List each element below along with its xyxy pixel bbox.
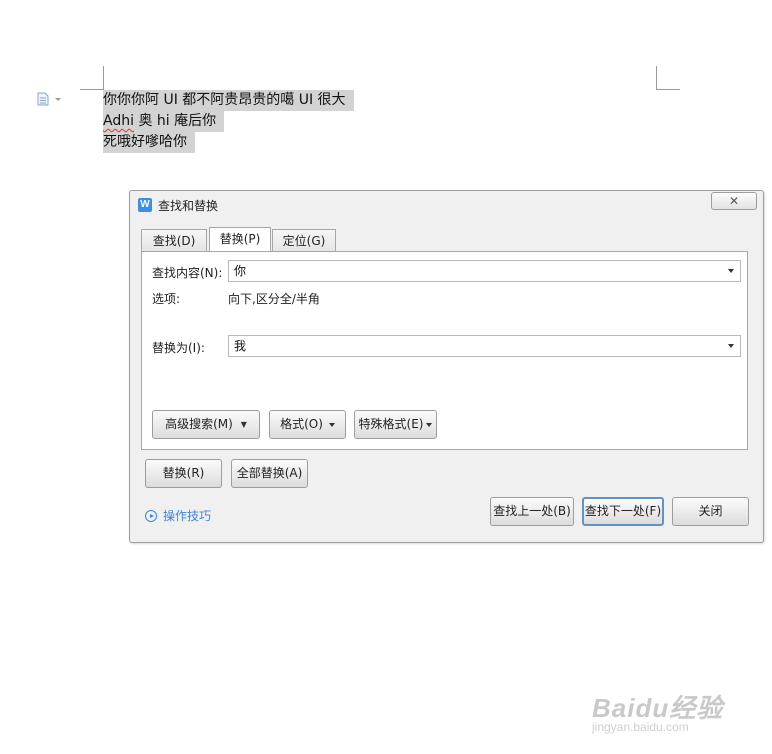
crop-mark-top-right [656,89,680,90]
paragraph-layout-icon[interactable] [36,92,64,106]
document-text: 奥 [138,113,153,129]
special-format-label: 特殊格式(E) [358,417,424,431]
chevron-down-icon [426,422,433,427]
format-button[interactable]: 格式(O) [269,410,346,439]
document-body[interactable]: 你你你阿 UI 都不阿贵昂贵的噶 UI 很大 Adhi 奥 hi 庵后你 死哦好… [103,90,354,153]
replace-with-value: 我 [234,339,247,353]
special-format-button[interactable]: 特殊格式(E) [354,410,437,439]
chevron-down-icon[interactable] [728,344,734,348]
replace-with-input[interactable]: 我 [228,335,741,357]
options-value: 向下,区分全/半角 [228,292,320,306]
wps-writer-icon: W [138,198,152,212]
find-previous-button[interactable]: 查找上一处(B) [490,497,574,526]
replace-tab-panel: 查找内容(N): 你 选项: 向下,区分全/半角 替换为(I): 我 高级搜索(… [141,251,748,450]
find-content-input[interactable]: 你 [228,260,741,282]
tab-find[interactable]: 查找(D) [141,229,207,252]
dialog-title: 查找和替换 [158,199,219,213]
document-line[interactable]: 死哦好嗲哈你 [103,132,195,153]
document-text: hi 庵后你 [156,113,217,129]
find-content-label: 查找内容(N): [152,266,223,280]
tab-replace[interactable]: 替换(P) [209,227,271,251]
replace-with-label: 替换为(I): [152,341,205,355]
watermark-url: jingyan.baidu.com [592,720,689,734]
chevron-down-icon [328,422,335,427]
crop-mark-top-right [656,66,657,90]
options-label: 选项: [152,292,181,306]
play-circle-icon [145,510,157,522]
find-replace-dialog: W 查找和替换 ✕ 查找(D) 替换(P) 定位(G) 查找内容(N): 你 选… [129,190,764,543]
operation-tips-label: 操作技巧 [163,509,212,523]
advanced-search-label: 高级搜索(M) [165,417,233,431]
watermark-logo-text: Baidu经验 [592,693,724,723]
chevron-down-icon[interactable] [728,269,734,273]
format-label: 格式(O) [280,417,323,431]
advanced-search-button[interactable]: 高级搜索(M) ▼ [152,410,260,439]
crop-mark-top-left [80,89,104,90]
close-button[interactable]: 关闭 [672,497,749,526]
replace-all-button[interactable]: 全部替换(A) [231,459,308,488]
find-next-button[interactable]: 查找下一处(F) [582,497,664,526]
spelling-error-word[interactable]: Adhi [103,113,134,129]
document-line[interactable]: 你你你阿 UI 都不阿贵昂贵的噶 UI 很大 [103,90,354,111]
operation-tips-link[interactable]: 操作技巧 [145,507,211,524]
tab-goto[interactable]: 定位(G) [272,229,336,252]
document-line[interactable]: Adhi 奥 hi 庵后你 [103,111,225,132]
dialog-titlebar[interactable]: W 查找和替换 ✕ [130,191,763,219]
double-chevron-down-icon: ▼ [240,419,247,429]
crop-mark-top-left [103,66,104,90]
find-content-value: 你 [234,264,247,278]
replace-button[interactable]: 替换(R) [145,459,222,488]
close-icon[interactable]: ✕ [711,192,757,210]
